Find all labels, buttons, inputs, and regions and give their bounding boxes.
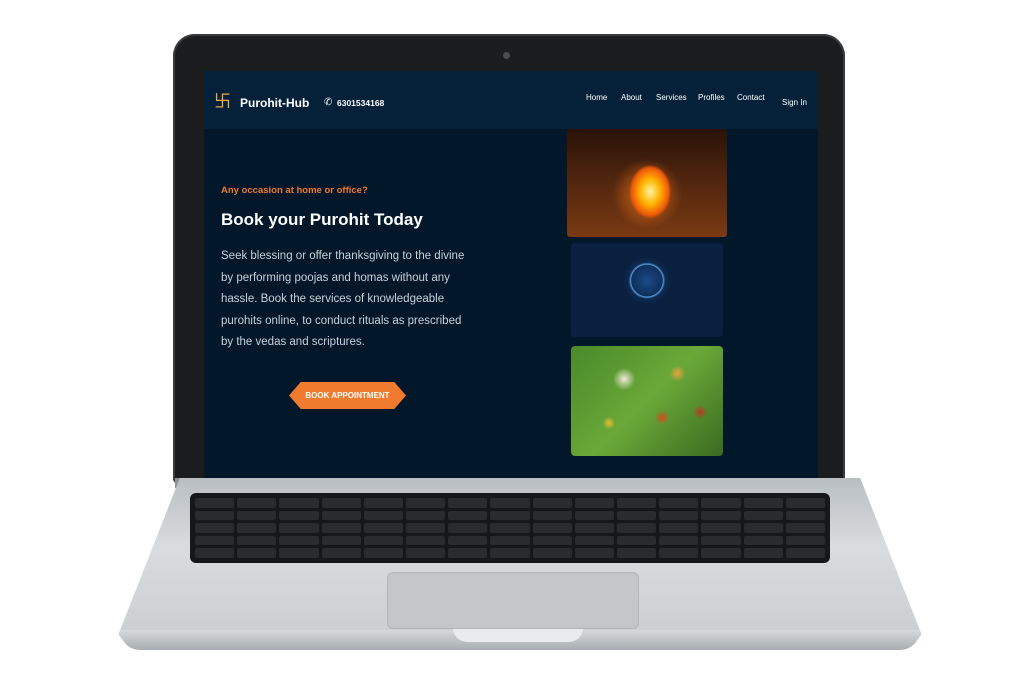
banana-leaf-meal-image	[571, 346, 723, 456]
keyboard-key	[617, 535, 657, 546]
keyboard-key	[406, 510, 446, 521]
keyboard-key	[279, 510, 319, 521]
hero-subtitle: Any occasion at home or office?	[221, 185, 368, 196]
keyboard-key	[448, 510, 488, 521]
keyboard-key	[363, 510, 403, 521]
keyboard-key	[363, 523, 403, 533]
trackpad	[387, 572, 639, 629]
keyboard-key	[237, 548, 277, 558]
keyboard-key	[195, 523, 235, 533]
keyboard-key	[785, 535, 825, 546]
keyboard-key	[659, 535, 699, 546]
keyboard-key	[448, 548, 488, 558]
keyboard-key	[532, 535, 572, 546]
homa-fire-image	[567, 129, 727, 237]
brand-name[interactable]: Purohit-Hub	[240, 96, 309, 110]
keyboard-key	[574, 523, 614, 533]
nav-home[interactable]: Home	[586, 93, 607, 102]
keyboard-key	[743, 523, 783, 533]
keyboard-key	[617, 548, 657, 558]
keyboard-key	[701, 535, 741, 546]
keyboard-key	[237, 498, 277, 508]
keyboard-key	[743, 548, 783, 558]
keyboard-key	[321, 535, 361, 546]
keyboard-key	[195, 510, 235, 521]
swastika-icon[interactable]: 卐	[214, 93, 231, 110]
keyboard-key	[659, 498, 699, 508]
keyboard-key	[574, 535, 614, 546]
keyboard-key	[406, 535, 446, 546]
keyboard-key	[532, 523, 572, 533]
nav-about[interactable]: About	[621, 93, 642, 102]
nav-contact[interactable]: Contact	[737, 93, 765, 102]
keyboard-key	[785, 523, 825, 533]
keyboard-key	[363, 535, 403, 546]
keyboard-key	[279, 548, 319, 558]
keyboard-key	[617, 510, 657, 521]
keyboard-key	[237, 510, 277, 521]
keyboard-key	[195, 535, 235, 546]
keyboard-key	[279, 498, 319, 508]
keyboard-key	[743, 510, 783, 521]
keyboard-key	[321, 510, 361, 521]
keyboard-key	[195, 548, 235, 558]
keyboard-key	[701, 510, 741, 521]
keyboard-key	[532, 548, 572, 558]
keyboard-key	[743, 498, 783, 508]
keyboard-key	[574, 498, 614, 508]
keyboard-key	[532, 498, 572, 508]
keyboard-key	[448, 535, 488, 546]
book-appointment-button[interactable]: BOOK APPOINTMENT	[289, 382, 406, 409]
keyboard-key	[617, 523, 657, 533]
keyboard-key	[195, 498, 235, 508]
hero-description: Seek blessing or offer thanksgiving to t…	[221, 250, 465, 348]
keyboard-key	[448, 498, 488, 508]
keyboard-key	[321, 548, 361, 558]
keyboard-key	[237, 535, 277, 546]
laptop-screen: 卐 Purohit-Hub ✆ 6301534168 Home About Se…	[204, 71, 818, 491]
webcam	[503, 52, 510, 59]
keyboard-key	[490, 498, 530, 508]
keyboard-key	[701, 523, 741, 533]
keyboard-key	[490, 523, 530, 533]
keyboard-key	[785, 498, 825, 508]
keyboard-key	[406, 548, 446, 558]
keyboard-key	[701, 498, 741, 508]
keyboard-key	[279, 535, 319, 546]
keyboard-key	[785, 548, 825, 558]
keyboard-key	[574, 548, 614, 558]
keyboard-key	[406, 523, 446, 533]
site-header: 卐 Purohit-Hub ✆ 6301534168 Home About Se…	[204, 71, 818, 129]
keyboard-key	[321, 523, 361, 533]
keyboard-key	[363, 498, 403, 508]
keyboard-key	[574, 510, 614, 521]
hero-title: Book your Purohit Today	[221, 210, 423, 229]
keyboard-key	[490, 548, 530, 558]
nav-services[interactable]: Services	[656, 93, 687, 102]
keyboard-key	[532, 510, 572, 521]
keyboard-key	[659, 510, 699, 521]
nav-profiles[interactable]: Profiles	[698, 93, 725, 102]
keyboard-key	[321, 498, 361, 508]
keyboard-key	[617, 498, 657, 508]
laptop-lid: 卐 Purohit-Hub ✆ 6301534168 Home About Se…	[173, 34, 845, 491]
keyboard	[190, 493, 830, 563]
keyboard-key	[279, 523, 319, 533]
keyboard-key	[659, 523, 699, 533]
keyboard-key	[406, 498, 446, 508]
phone-icon: ✆	[324, 97, 333, 108]
keyboard-key	[743, 535, 783, 546]
keyboard-key	[490, 510, 530, 521]
keyboard-key	[490, 535, 530, 546]
phone-number[interactable]: 6301534168	[337, 98, 384, 108]
laptop-notch	[453, 628, 583, 642]
keyboard-key	[659, 548, 699, 558]
sign-in-link[interactable]: Sign In	[782, 98, 807, 107]
astrology-image	[571, 243, 723, 337]
keyboard-key	[237, 523, 277, 533]
keyboard-key	[363, 548, 403, 558]
keyboard-key	[701, 548, 741, 558]
keyboard-key	[448, 523, 488, 533]
keyboard-key	[785, 510, 825, 521]
